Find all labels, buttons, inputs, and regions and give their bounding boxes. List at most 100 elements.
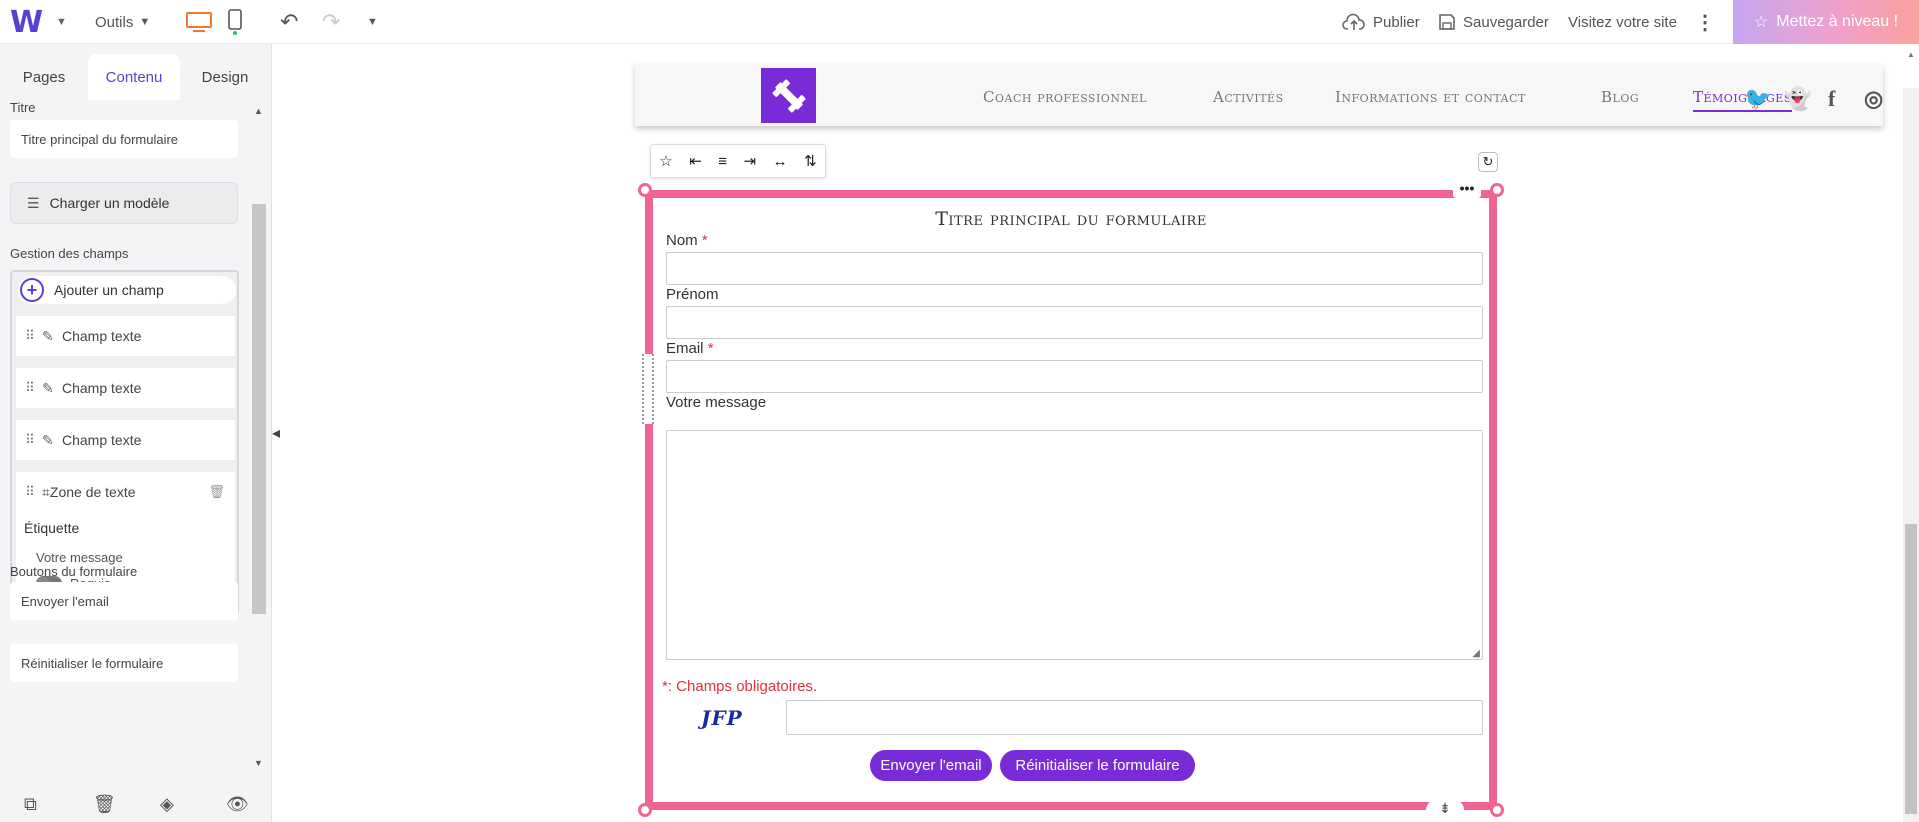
label-value-input[interactable]: Votre message — [36, 550, 123, 565]
save-button[interactable]: Sauvegarder — [1438, 0, 1549, 44]
email-input[interactable] — [666, 360, 1483, 393]
fields-section-label: Gestion des champs — [10, 246, 129, 261]
upgrade-button[interactable]: ☆ Mettez à niveau ! — [1733, 0, 1919, 44]
textarea-icon: ⌗ — [42, 483, 50, 500]
align-right-icon[interactable]: ⇥ — [744, 152, 757, 170]
history-chevron-icon[interactable]: ▼ — [367, 0, 378, 44]
field-type-label: Champ texte — [62, 380, 142, 396]
field-type-label: Champ texte — [62, 432, 142, 448]
resize-handle-top-left[interactable] — [638, 183, 652, 197]
eye-icon[interactable]: 👁 — [226, 794, 249, 815]
drag-handle-icon[interactable]: ⠿ — [16, 380, 42, 396]
full-width-icon[interactable]: ↔ — [773, 153, 788, 170]
nom-input[interactable] — [666, 252, 1483, 285]
field-row[interactable]: ⠿ ✎ Champ texte — [16, 420, 235, 460]
align-left-icon[interactable]: ⇤ — [689, 152, 702, 170]
nav-blog[interactable]: Blog — [1601, 88, 1639, 106]
panel-bottom-actions: ⧉ 🗑 ◈ 👁 — [0, 790, 262, 822]
app-menu-chevron-icon[interactable]: ▼ — [56, 0, 67, 44]
sort-icon[interactable]: ⇅ — [804, 152, 817, 170]
instagram-icon[interactable]: ◎ — [1864, 86, 1883, 112]
block-options-icon[interactable]: ••• — [1453, 181, 1481, 198]
pencil-icon: ✎ — [42, 431, 54, 448]
contact-form-block[interactable]: Titre principal du formulaire Nom * Prén… — [645, 190, 1497, 810]
star-icon[interactable]: ☆ — [659, 152, 672, 170]
save-label: Sauvegarder — [1463, 13, 1549, 31]
publish-button[interactable]: Publier — [1342, 0, 1420, 44]
field-row[interactable]: ⠿ ✎ Champ texte — [16, 368, 235, 408]
snapchat-icon[interactable]: 👻 — [1784, 86, 1811, 112]
drag-handle-icon[interactable]: ⠿ — [16, 328, 42, 344]
send-button-text-input[interactable]: Envoyer l'email — [10, 582, 238, 620]
scroll-up-arrow-icon[interactable]: ▲ — [254, 106, 263, 116]
more-options-icon[interactable]: ⋮ — [1695, 0, 1715, 44]
content-panel: Pages Contenu Design Titre Titre princip… — [0, 44, 272, 822]
field-label-text: Votre message — [666, 394, 767, 411]
scroll-down-arrow-icon[interactable]: ▼ — [254, 758, 263, 768]
required-note: *: Champs obligatoires. — [662, 678, 818, 695]
reset-icon[interactable]: ↻ — [1478, 152, 1498, 172]
tools-menu[interactable]: Outils ▼ — [95, 0, 150, 44]
prenom-input[interactable] — [666, 306, 1483, 339]
tab-contenu[interactable]: Contenu — [88, 54, 180, 100]
panel-scrollbar-thumb[interactable] — [252, 204, 266, 614]
undo-icon[interactable]: ↶ — [280, 0, 298, 44]
reset-form-button[interactable]: Réinitialiser le formulaire — [1000, 750, 1195, 781]
resize-handle-bottom-right[interactable] — [1490, 803, 1504, 817]
align-center-icon[interactable]: ≡ — [718, 153, 727, 170]
mobile-view-button[interactable] — [228, 0, 242, 44]
publish-label: Publier — [1373, 13, 1420, 31]
nav-informations[interactable]: Informations et contact — [1335, 88, 1526, 106]
layers-icon[interactable]: ◈ — [160, 794, 174, 815]
field-type-label: Zone de texte — [49, 484, 136, 500]
chevron-down-icon: ▼ — [139, 16, 151, 28]
tab-design[interactable]: Design — [180, 54, 270, 100]
side-drag-handle[interactable] — [642, 354, 654, 424]
tab-pages[interactable]: Pages — [0, 54, 88, 100]
field-label-text: Prénom — [666, 286, 719, 303]
field-label-nom: Nom * — [666, 232, 708, 249]
tools-label: Outils — [95, 13, 134, 31]
canvas-scrollbar-thumb[interactable] — [1905, 524, 1917, 814]
element-toolbar: ☆ ⇤ ≡ ⇥ ↔ ⇅ — [650, 144, 826, 178]
captcha-input[interactable] — [786, 700, 1483, 735]
field-row[interactable]: ⠿ ✎ Champ texte — [16, 316, 235, 356]
trash-icon[interactable]: 🗑 — [93, 794, 116, 815]
load-model-label: Charger un modèle — [49, 195, 170, 211]
twitter-icon[interactable]: 🐦 — [1744, 86, 1771, 112]
panel-tabs: Pages Contenu Design — [0, 54, 250, 100]
reset-button-text-input[interactable]: Réinitialiser le formulaire — [10, 644, 238, 682]
drag-handle-icon[interactable]: ⠿ — [16, 484, 42, 500]
top-toolbar: W ▼ Outils ▼ ↶ ↷ ▼ Publier Sauvegarder V… — [0, 0, 1919, 44]
load-model-button[interactable]: ☰ Charger un modèle — [10, 182, 238, 224]
title-input[interactable]: Titre principal du formulaire — [10, 120, 238, 158]
list-icon: ☰ — [27, 194, 40, 211]
app-logo[interactable]: W — [10, 0, 43, 44]
drag-handle-icon[interactable]: ⠿ — [16, 432, 42, 448]
buttons-section-label: Boutons du formulaire — [10, 564, 138, 579]
expanded-field-header[interactable]: ⠿ ⌗ Zone de texte — [16, 472, 235, 512]
field-type-label: Champ texte — [62, 328, 142, 344]
redo-icon[interactable]: ↷ — [322, 0, 340, 44]
label-heading: Étiquette — [24, 520, 80, 536]
block-bottom-handle-icon[interactable]: ⇟ — [1426, 800, 1464, 820]
nav-activites[interactable]: Activités — [1213, 88, 1284, 106]
send-email-button[interactable]: Envoyer l'email — [870, 750, 992, 781]
pencil-icon: ✎ — [42, 379, 54, 396]
resize-handle-bottom-left[interactable] — [638, 803, 652, 817]
dumbbell-logo-icon[interactable] — [761, 68, 816, 123]
message-textarea[interactable]: ◢ — [666, 430, 1483, 660]
facebook-icon[interactable]: f — [1828, 86, 1835, 112]
resize-handle-icon[interactable]: ◢ — [1472, 648, 1480, 659]
nav-coach[interactable]: Coach professionnel — [983, 88, 1147, 106]
duplicate-icon[interactable]: ⧉ — [24, 794, 37, 815]
visit-site-link[interactable]: Visitez votre site — [1568, 0, 1677, 44]
resize-handle-top-right[interactable] — [1490, 183, 1504, 197]
delete-field-icon[interactable]: 🗑 — [208, 484, 225, 500]
field-label-text: Nom — [666, 232, 698, 249]
add-circle-icon: + — [20, 278, 44, 302]
save-icon — [1439, 14, 1455, 30]
canvas-scroll-up-icon[interactable]: ▲ — [1907, 50, 1915, 59]
add-field-button[interactable]: + Ajouter un champ — [18, 276, 236, 304]
desktop-view-button[interactable] — [186, 0, 212, 44]
